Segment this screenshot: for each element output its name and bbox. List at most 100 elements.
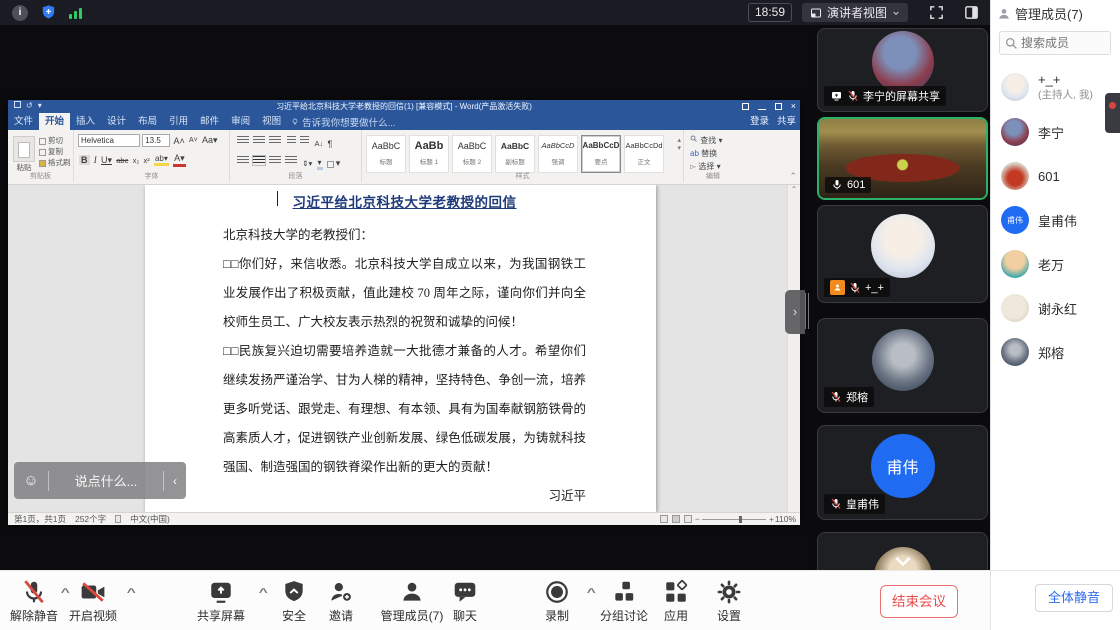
- menu-insert[interactable]: 插入: [70, 113, 101, 130]
- member-row[interactable]: 601: [1001, 162, 1060, 190]
- zoom-in-icon[interactable]: +: [769, 514, 774, 524]
- video-tile-room-601[interactable]: 601: [817, 117, 988, 200]
- signin-link[interactable]: 登录: [750, 113, 769, 130]
- search-input[interactable]: [1021, 36, 1103, 50]
- highlight-button[interactable]: ab▾: [154, 154, 169, 166]
- member-row[interactable]: 甫伟 皇甫伟: [1001, 206, 1077, 234]
- mute-all-button[interactable]: 全体静音: [1035, 584, 1113, 612]
- shading-icon[interactable]: ▾: [317, 158, 323, 170]
- collapse-chat-icon[interactable]: ‹: [164, 474, 186, 488]
- zoom-slider-handle[interactable]: [739, 516, 742, 523]
- menu-home[interactable]: 开始: [39, 113, 70, 130]
- style-normal[interactable]: AaBbCcDd正文: [624, 135, 664, 173]
- document-page[interactable]: 习近平给北京科技大学老教授的回信 北京科技大学的老教授们： □□你们好，来信收悉…: [145, 185, 656, 512]
- increase-indent-icon[interactable]: [300, 136, 309, 145]
- member-row[interactable]: 谢永红: [1001, 294, 1077, 322]
- layout-toggle-button[interactable]: [963, 4, 980, 26]
- line-spacing-icon[interactable]: ⇕▾: [302, 159, 312, 168]
- scroll-videos-down-button[interactable]: [893, 555, 913, 570]
- member-row[interactable]: +_+(主持人, 我): [1001, 72, 1093, 102]
- decrease-indent-icon[interactable]: [287, 136, 296, 145]
- underline-button[interactable]: U▾: [101, 155, 112, 166]
- tell-me-box[interactable]: 告诉我你想要做什么...: [291, 113, 395, 130]
- menu-mailings[interactable]: 邮件: [194, 113, 225, 130]
- paste-button[interactable]: 粘贴: [11, 132, 37, 173]
- member-row[interactable]: 李宁: [1001, 118, 1064, 146]
- video-tile-host[interactable]: +_+: [817, 205, 988, 303]
- menu-view[interactable]: 视图: [256, 113, 287, 130]
- page-indicator[interactable]: 第1页，共1页: [14, 513, 66, 525]
- member-hover-popup[interactable]: [1105, 93, 1120, 133]
- menu-review[interactable]: 审阅: [225, 113, 256, 130]
- share-link[interactable]: 共享: [777, 113, 796, 130]
- align-left-icon[interactable]: [237, 156, 249, 165]
- multilevel-list-icon[interactable]: [269, 136, 281, 145]
- fullscreen-button[interactable]: [928, 4, 945, 26]
- replace-button[interactable]: ab 替换: [690, 147, 722, 160]
- menu-layout[interactable]: 布局: [132, 113, 163, 130]
- close-icon[interactable]: ×: [791, 101, 796, 111]
- change-case-icon[interactable]: Aa▾: [202, 135, 218, 146]
- video-tile-partial[interactable]: [817, 532, 988, 570]
- bullet-list-icon[interactable]: [237, 136, 249, 145]
- minimize-icon[interactable]: [758, 109, 766, 110]
- read-mode-icon[interactable]: [660, 515, 668, 523]
- subscript-button[interactable]: x₂: [133, 156, 140, 165]
- style-title[interactable]: AaBbC标题: [366, 135, 406, 173]
- style-subtitle[interactable]: AaBbC副标题: [495, 135, 535, 173]
- member-row[interactable]: 郑榕: [1001, 338, 1064, 366]
- print-layout-icon[interactable]: [672, 515, 680, 523]
- end-meeting-button[interactable]: 结束会议: [880, 585, 958, 618]
- video-tile-huangfuwei[interactable]: 甫伟 皇甫伟: [817, 425, 988, 520]
- format-painter-button[interactable]: 格式刷: [39, 157, 71, 168]
- style-heading1[interactable]: AaBb标题 1: [409, 135, 449, 173]
- cut-button[interactable]: 剪切: [39, 135, 71, 146]
- video-options-chevron[interactable]: ^: [127, 587, 136, 599]
- copy-button[interactable]: 复制: [39, 146, 71, 157]
- doc-scrollbar[interactable]: ⌃: [787, 185, 800, 512]
- number-list-icon[interactable]: [253, 136, 265, 145]
- video-tile-lining-share[interactable]: 李宁的屏幕共享: [817, 28, 988, 112]
- language-indicator[interactable]: 中文(中国): [130, 513, 170, 525]
- security-shield-icon[interactable]: [40, 4, 57, 21]
- view-mode-button[interactable]: 演讲者视图: [802, 3, 908, 22]
- emoji-icon[interactable]: ☺: [14, 472, 48, 489]
- web-layout-icon[interactable]: [684, 515, 692, 523]
- settings-button[interactable]: 设置: [687, 579, 771, 624]
- start-video-button[interactable]: 开启视频: [51, 579, 135, 624]
- restore-icon[interactable]: [775, 103, 782, 110]
- styles-scroll[interactable]: ▴▾: [677, 136, 681, 152]
- superscript-button[interactable]: x²: [143, 156, 149, 165]
- meeting-info-icon[interactable]: i: [12, 5, 28, 21]
- member-search-box[interactable]: [999, 31, 1111, 55]
- align-center-icon[interactable]: [253, 156, 265, 165]
- shrink-font-icon[interactable]: A˅: [189, 137, 198, 144]
- menu-references[interactable]: 引用: [163, 113, 194, 130]
- share-screen-button[interactable]: 共享屏幕: [179, 579, 263, 624]
- chat-quick-input[interactable]: ☺ 说点什么... ‹: [14, 462, 186, 499]
- align-right-icon[interactable]: [269, 156, 281, 165]
- italic-button[interactable]: I: [94, 155, 97, 165]
- style-emphasis[interactable]: AaBbCcD强调: [538, 135, 578, 173]
- zoom-level[interactable]: 110%: [775, 514, 796, 524]
- find-button[interactable]: 查找 ▾: [690, 134, 722, 147]
- bold-button[interactable]: B: [79, 155, 90, 165]
- chat-button[interactable]: 聊天: [423, 579, 507, 624]
- video-tile-zhengrong[interactable]: 郑榕: [817, 318, 988, 413]
- justify-icon[interactable]: [285, 156, 297, 165]
- font-name-select[interactable]: Helvetica: [78, 134, 140, 147]
- grow-font-icon[interactable]: A˄: [173, 136, 184, 146]
- menu-file[interactable]: 文件: [8, 113, 39, 130]
- style-heading2[interactable]: AaBbC标题 2: [452, 135, 492, 173]
- expand-panel-handle[interactable]: ›: [785, 290, 805, 334]
- font-size-select[interactable]: 13.5: [142, 134, 170, 147]
- panel-divider-grip[interactable]: [805, 293, 810, 329]
- borders-icon[interactable]: ▾: [327, 158, 341, 169]
- sort-icon[interactable]: A↓: [314, 139, 323, 148]
- chat-placeholder[interactable]: 说点什么...: [49, 471, 163, 490]
- member-row[interactable]: 老万: [1001, 250, 1064, 278]
- strikethrough-button[interactable]: abc: [116, 156, 128, 165]
- menu-design[interactable]: 设计: [101, 113, 132, 130]
- font-color-button[interactable]: A▾: [173, 153, 186, 167]
- ribbon-options-icon[interactable]: [742, 103, 749, 110]
